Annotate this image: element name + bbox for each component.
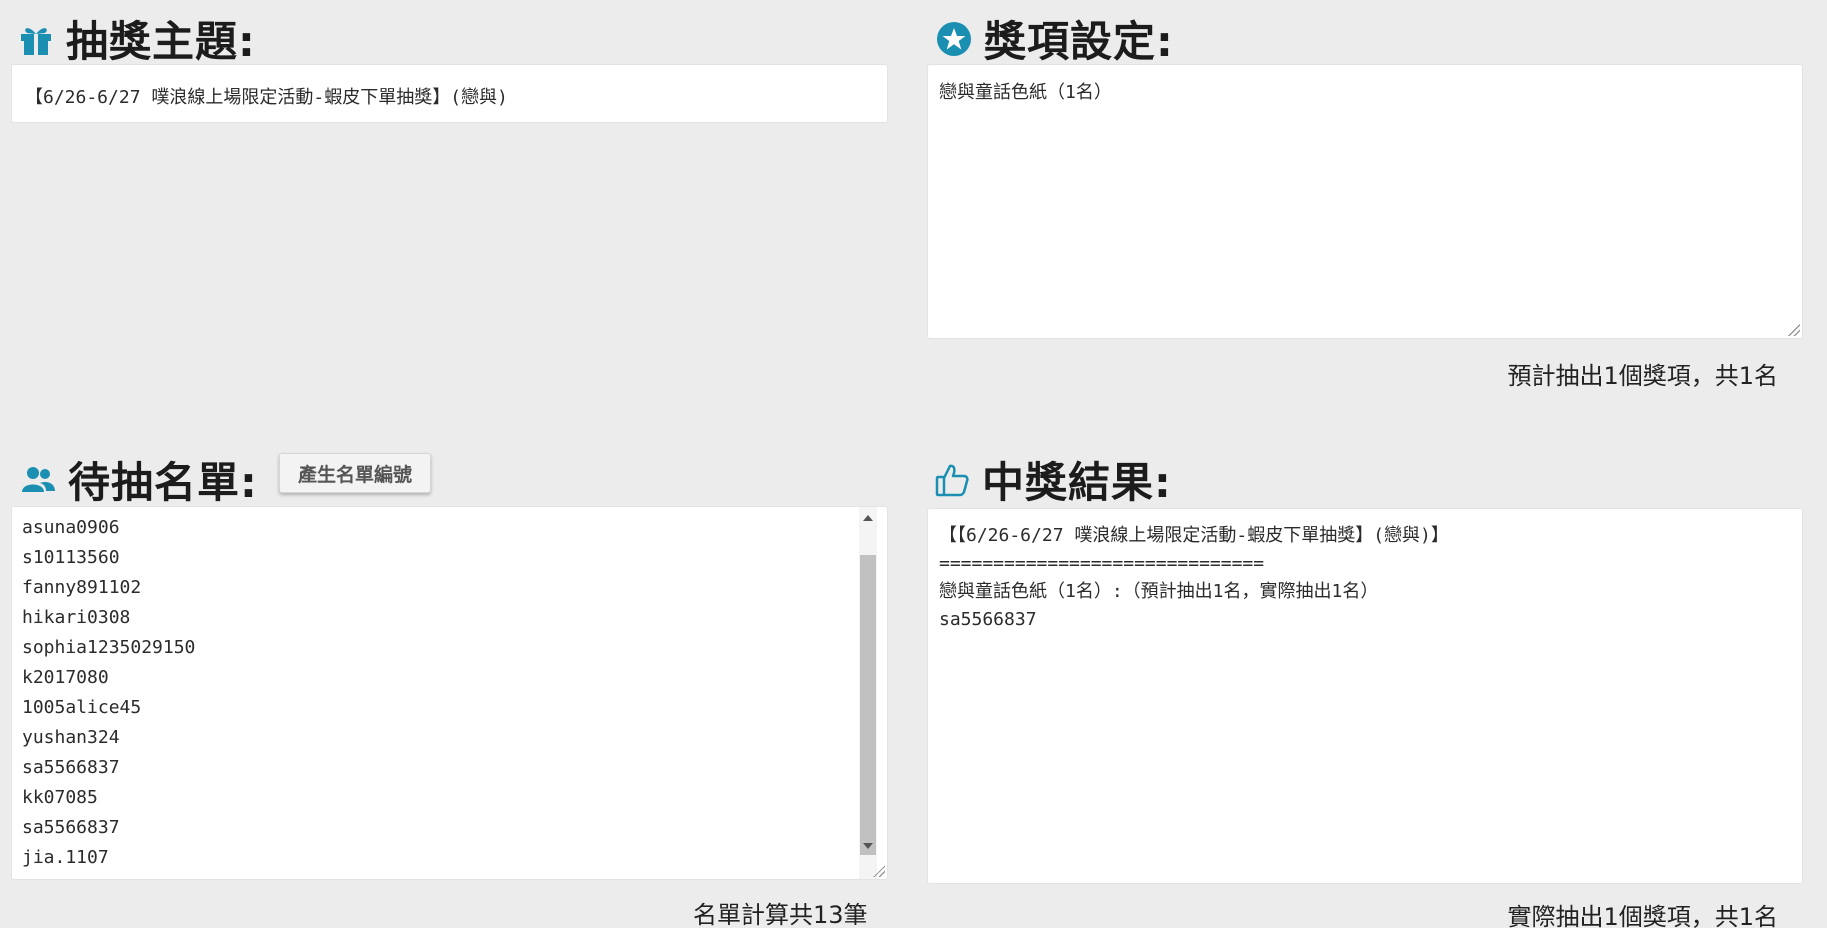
- lottery-page: 抽獎主題: 【6/26-6/27 噗浪線上場限定活動-蝦皮下單抽獎】(戀與) 獎…: [0, 0, 1827, 928]
- star-icon: [936, 21, 972, 57]
- generate-numbers-button[interactable]: 產生名單編號: [279, 453, 431, 493]
- result-line: 【【6/26-6/27 噗浪線上場限定活動-蝦皮下單抽獎】(戀與)】: [939, 525, 1449, 546]
- result-textarea[interactable]: 【【6/26-6/27 噗浪線上場限定活動-蝦皮下單抽獎】(戀與)】 =====…: [927, 508, 1803, 884]
- scroll-up-icon[interactable]: [863, 515, 873, 521]
- names-textarea[interactable]: asuna0906 s10113560 fanny891102 hikari0308 s…: [11, 506, 888, 880]
- list-item: sa5566837: [22, 817, 120, 838]
- result-line: 戀與童話色紙（1名）:（預計抽出1名，實際抽出1名）: [939, 581, 1379, 602]
- list-item: 1005alice45: [22, 697, 142, 718]
- names-title: 待抽名單:: [68, 458, 258, 507]
- resize-handle[interactable]: [873, 865, 885, 877]
- scroll-thumb[interactable]: [860, 555, 876, 855]
- prize-heading: 獎項設定:: [936, 8, 1174, 69]
- theme-heading: 抽獎主題:: [18, 8, 256, 69]
- names-heading: 待抽名單:: [20, 449, 258, 510]
- result-summary: 實際抽出1個獎項，共1名: [1507, 903, 1778, 928]
- list-item: k2017080: [22, 667, 109, 688]
- theme-title: 抽獎主題:: [66, 17, 256, 66]
- scroll-down-icon[interactable]: [863, 843, 873, 849]
- list-item: asuna0906: [22, 517, 120, 538]
- thumbs-up-icon: [934, 462, 970, 498]
- list-item: fanny891102: [22, 577, 142, 598]
- prize-textarea[interactable]: 戀與童話色紙（1名）: [927, 64, 1803, 339]
- result-heading: 中獎結果:: [934, 449, 1172, 510]
- list-item: sa5566837: [22, 757, 120, 778]
- result-line: ==============================: [939, 553, 1265, 574]
- prize-title: 獎項設定:: [984, 17, 1174, 66]
- theme-value: 【6/26-6/27 噗浪線上場限定活動-蝦皮下單抽獎】(戀與): [25, 87, 508, 108]
- names-scrollbar[interactable]: [859, 507, 877, 879]
- names-summary: 名單計算共13筆: [693, 901, 868, 928]
- prize-summary: 預計抽出1個獎項，共1名: [1507, 362, 1778, 390]
- list-item: hikari0308: [22, 607, 131, 628]
- list-item: s10113560: [22, 547, 120, 568]
- result-line: sa5566837: [939, 609, 1037, 630]
- gift-icon: [18, 21, 54, 57]
- result-title: 中獎結果:: [982, 458, 1172, 507]
- users-icon: [20, 462, 56, 498]
- list-item: yushan324: [22, 727, 120, 748]
- names-list: asuna0906 s10113560 fanny891102 hikari0308 s…: [22, 513, 877, 873]
- list-item: jia.1107: [22, 847, 109, 868]
- list-item: kk07085: [22, 787, 98, 808]
- resize-handle[interactable]: [1788, 324, 1800, 336]
- theme-input[interactable]: 【6/26-6/27 噗浪線上場限定活動-蝦皮下單抽獎】(戀與): [11, 64, 888, 123]
- list-item: sophia1235029150: [22, 637, 196, 658]
- prize-value: 戀與童話色紙（1名）: [939, 82, 1112, 103]
